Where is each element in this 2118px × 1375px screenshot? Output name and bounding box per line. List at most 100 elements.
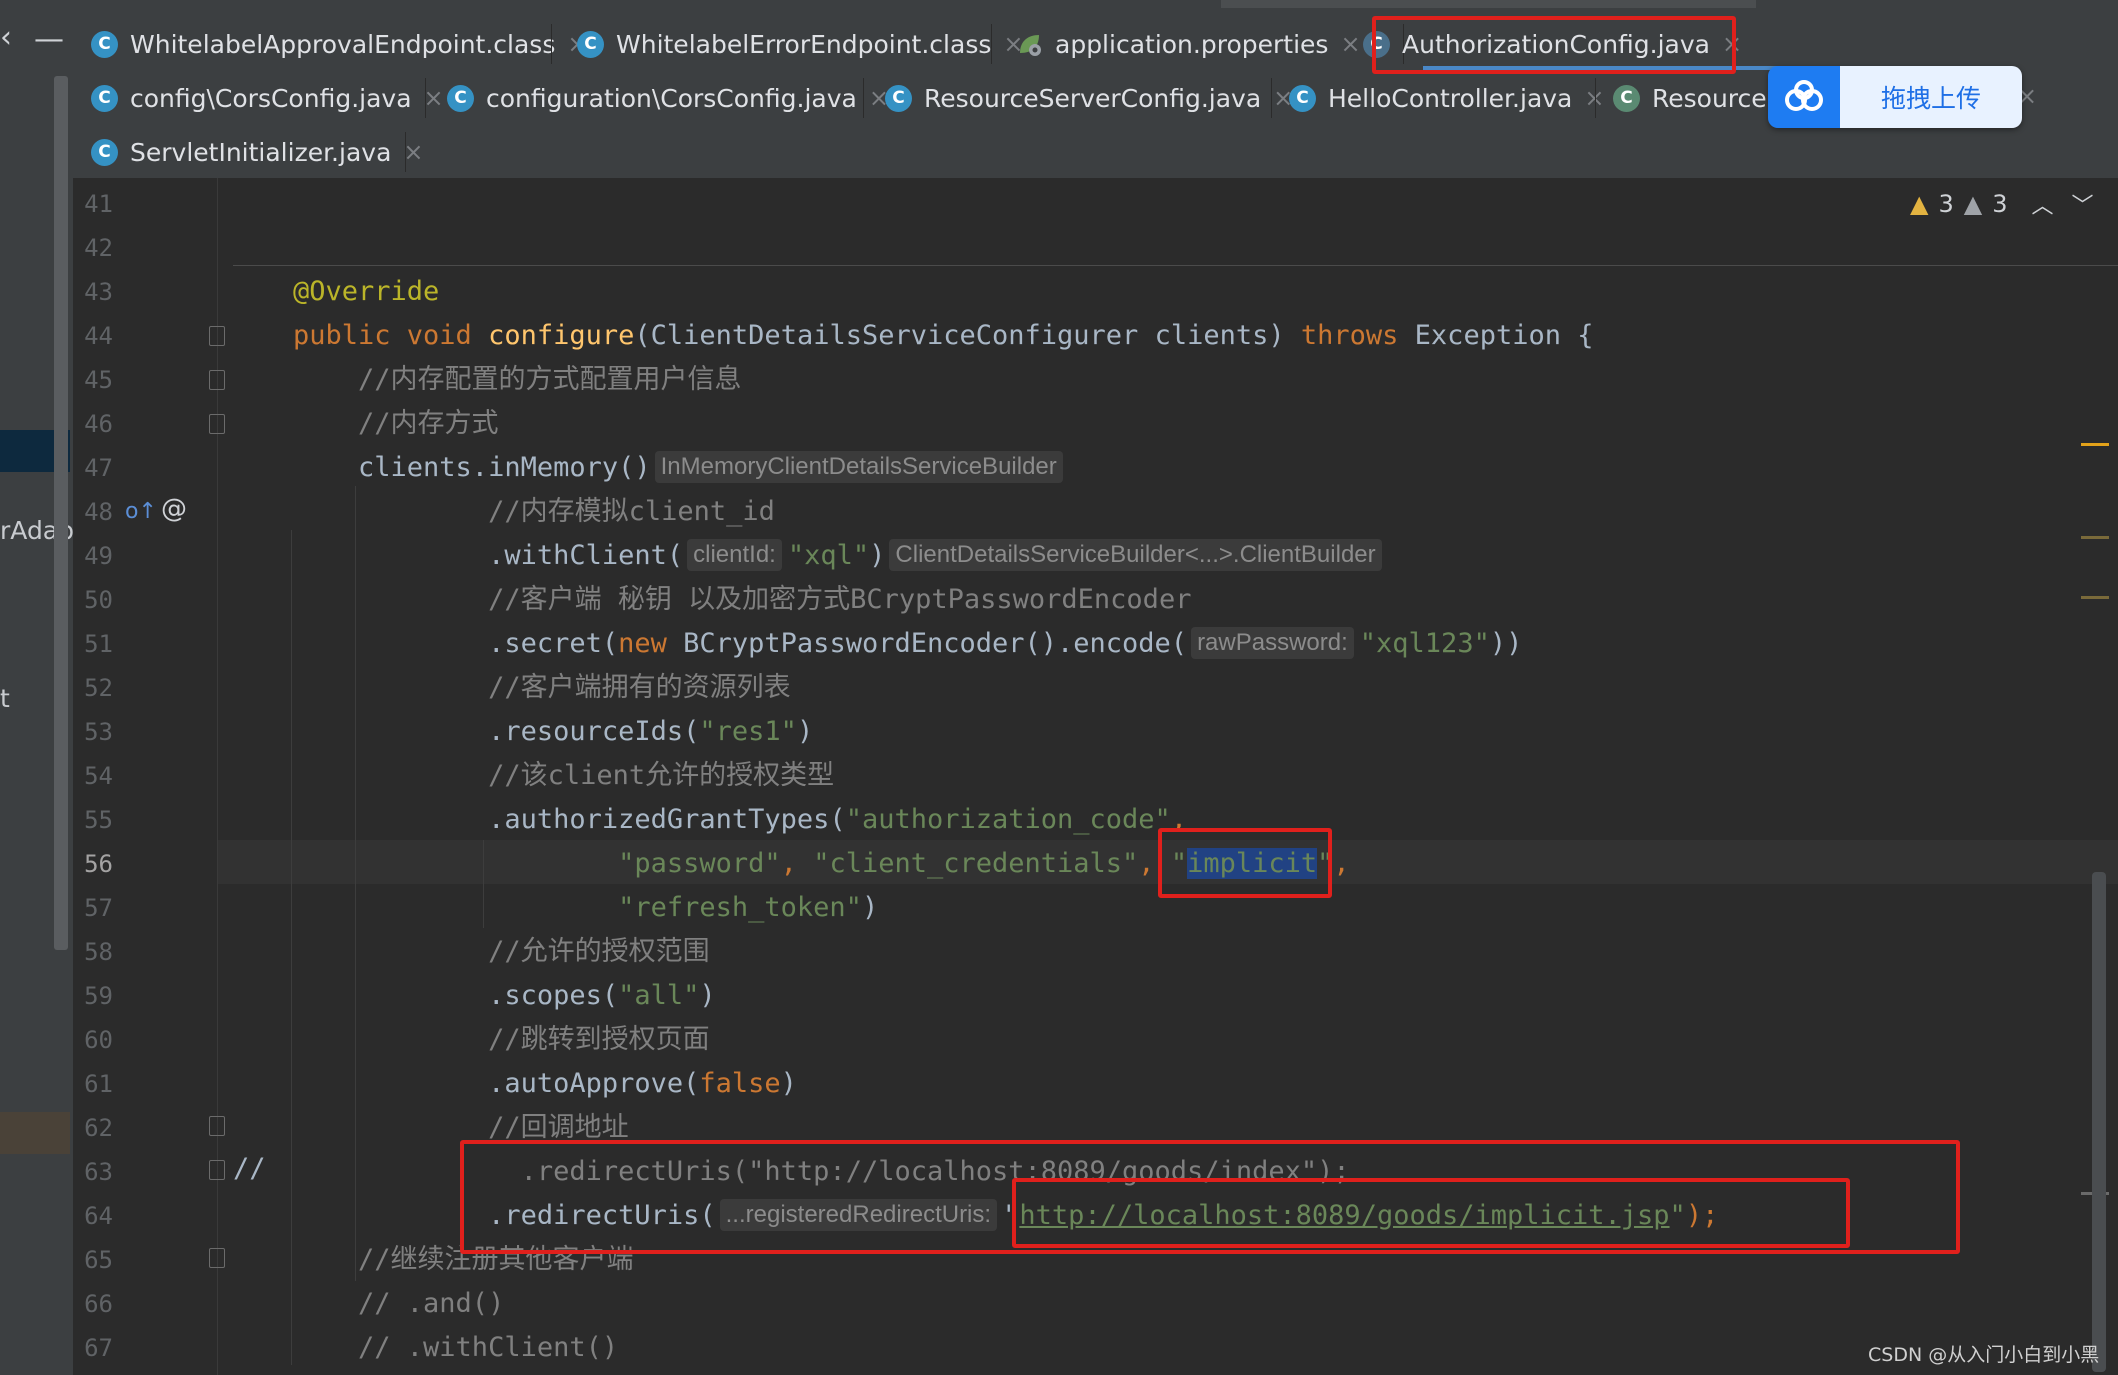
- warning-count: 3: [1938, 190, 1954, 218]
- code-token: ): [780, 1068, 797, 1099]
- code-token: .secret(: [293, 628, 619, 659]
- code-text[interactable]: //内存配置的方式配置用户信息: [293, 358, 742, 402]
- tab-resource-server-config[interactable]: C ResourceServerConfig.java ×: [885, 76, 1293, 120]
- error-stripe-mark[interactable]: [2081, 536, 2109, 539]
- tab-resource-s[interactable]: C ResourceS: [1613, 76, 1783, 120]
- tab-configuration-cors-config[interactable]: C configuration\CorsConfig.java ×: [447, 76, 889, 120]
- tab-divider: [991, 24, 992, 64]
- code-line[interactable]: 51 .secret(new BCryptPasswordEncoder().e…: [73, 622, 2073, 666]
- chevron-down-icon[interactable]: ﹀: [2072, 188, 2094, 220]
- code-text[interactable]: // .and(): [293, 1282, 504, 1326]
- baidu-cloud-icon: [1768, 66, 1840, 128]
- code-token: "xql": [787, 540, 870, 571]
- collapse-icon[interactable]: ‹: [0, 20, 12, 55]
- code-text[interactable]: "refresh_token"): [293, 886, 878, 930]
- parameter-hint: ClientDetailsServiceBuilder<...>.ClientB…: [889, 539, 1382, 571]
- close-icon[interactable]: ×: [424, 84, 444, 112]
- code-line[interactable]: 49 .withClient(clientId: "xql") ClientDeta…: [73, 534, 2073, 578]
- highlighted-tree-row[interactable]: [0, 1112, 70, 1154]
- tab-hello-controller[interactable]: C HelloController.java ×: [1289, 76, 1604, 120]
- code-line[interactable]: 47 clients.inMemory() InMemoryClientDetai…: [73, 446, 2073, 490]
- code-text[interactable]: //内存方式: [293, 402, 499, 446]
- code-line[interactable]: 67 // .withClient(): [73, 1326, 2073, 1370]
- tab-label: configuration\CorsConfig.java: [486, 83, 857, 113]
- code-text[interactable]: .autoApprove(false): [293, 1062, 797, 1106]
- tree-item-fragment-2[interactable]: t: [0, 684, 10, 713]
- code-text[interactable]: //允许的授权范围: [293, 930, 710, 974]
- code-text[interactable]: // .withClient(): [293, 1326, 618, 1370]
- code-token: "res1": [699, 716, 797, 747]
- code-line[interactable]: 66 // .and(): [73, 1282, 2073, 1326]
- code-text[interactable]: .withClient(clientId: "xql") ClientDetails…: [293, 534, 1388, 578]
- class-icon: C: [91, 138, 118, 166]
- code-line[interactable]: 45 //内存配置的方式配置用户信息: [73, 358, 2073, 402]
- upload-widget[interactable]: 拖拽上传: [1768, 66, 2022, 128]
- code-line[interactable]: 42: [73, 226, 2073, 270]
- chevron-up-icon[interactable]: ︿: [2032, 188, 2054, 220]
- error-stripe-mark[interactable]: [2081, 596, 2109, 599]
- code-token: //允许的授权范围: [293, 936, 710, 967]
- close-icon[interactable]: ×: [403, 138, 423, 166]
- code-token: ,: [780, 848, 814, 879]
- tab-application-properties[interactable]: application.properties ×: [1016, 22, 1361, 66]
- minimize-icon[interactable]: —: [34, 22, 64, 57]
- close-icon[interactable]: ×: [1340, 30, 1360, 58]
- code-text[interactable]: .authorizedGrantTypes("authorization_cod…: [293, 798, 1187, 842]
- code-line[interactable]: 46 //内存方式: [73, 402, 2073, 446]
- inspection-widget[interactable]: ▲ 3 ▲ 3 ︿ ﹀: [1910, 188, 2094, 220]
- code-text[interactable]: clients.inMemory() InMemoryClientDetailsS…: [293, 446, 1069, 490]
- line-number: 62: [84, 1114, 113, 1142]
- tab-whitelabel-approval-endpoint[interactable]: C WhitelabelApprovalEndpoint.class ×: [91, 22, 587, 66]
- line-number: 57: [84, 894, 113, 922]
- code-line[interactable]: 44 public void configure(ClientDetailsSer…: [73, 314, 2073, 358]
- parameter-hint: InMemoryClientDetailsServiceBuilder: [654, 451, 1063, 483]
- line-number: 44: [84, 322, 113, 350]
- tab-label: application.properties: [1055, 29, 1329, 59]
- code-line[interactable]: 52 //客户端拥有的资源列表: [73, 666, 2073, 710]
- class-icon: C: [577, 30, 604, 58]
- tab-whitelabel-error-endpoint[interactable]: C WhitelabelErrorEndpoint.class ×: [577, 22, 1023, 66]
- code-line[interactable]: 43 @Override: [73, 270, 2073, 314]
- code-line[interactable]: 60 //跳转到授权页面: [73, 1018, 2073, 1062]
- code-text[interactable]: //客户端 秘钥 以及加密方式BCryptPasswordEncoder: [293, 578, 1191, 622]
- code-text[interactable]: @Override: [293, 270, 439, 314]
- class-icon: C: [91, 30, 118, 58]
- code-token: ): [869, 540, 886, 571]
- code-line[interactable]: 55 .authorizedGrantTypes("authorization_…: [73, 798, 2073, 842]
- code-text[interactable]: //内存模拟client_id: [293, 490, 775, 534]
- code-text[interactable]: //跳转到授权页面: [293, 1018, 710, 1062]
- tab-servlet-initializer[interactable]: C ServletInitializer.java ×: [91, 130, 424, 174]
- code-token: BCryptPasswordEncoder().encode(: [683, 628, 1188, 659]
- code-text[interactable]: //该client允许的授权类型: [293, 754, 834, 798]
- code-line[interactable]: 41: [73, 182, 2073, 226]
- code-line[interactable]: 61 .autoApprove(false): [73, 1062, 2073, 1106]
- tab-divider: [425, 78, 426, 118]
- code-line[interactable]: 56 "password", "client_credentials", "im…: [73, 842, 2073, 886]
- error-stripe-mark[interactable]: [2081, 443, 2109, 446]
- code-line[interactable]: 58 //允许的授权范围: [73, 930, 2073, 974]
- editor-scrollbar[interactable]: [2092, 872, 2106, 1372]
- code-text[interactable]: //客户端拥有的资源列表: [293, 666, 791, 710]
- code-token: "all": [618, 980, 700, 1011]
- project-panel-strip: ‹ — rAdapt t: [0, 0, 84, 1375]
- code-text[interactable]: public void configure(ClientDetailsServi…: [293, 314, 1593, 358]
- tab-config-cors-config[interactable]: C config\CorsConfig.java ×: [91, 76, 444, 120]
- code-line[interactable]: 54 //该client允许的授权类型: [73, 754, 2073, 798]
- line-number: 66: [84, 1290, 113, 1318]
- code-line[interactable]: 48 //内存模拟client_id: [73, 490, 2073, 534]
- code-text[interactable]: .secret(new BCryptPasswordEncoder().enco…: [293, 622, 1522, 666]
- code-token: ): [796, 716, 814, 747]
- line-number: 46: [84, 410, 113, 438]
- code-line[interactable]: 59 .scopes("all"): [73, 974, 2073, 1018]
- code-text[interactable]: .scopes("all"): [293, 974, 716, 1018]
- code-token: public void: [293, 320, 489, 351]
- tree-item-fragment[interactable]: rAdapt: [0, 516, 84, 545]
- code-line[interactable]: 57 "refresh_token"): [73, 886, 2073, 930]
- code-line[interactable]: 50 //客户端 秘钥 以及加密方式BCryptPasswordEncoder: [73, 578, 2073, 622]
- upload-label[interactable]: 拖拽上传: [1840, 66, 2022, 128]
- tab-label: ServletInitializer.java: [130, 137, 392, 167]
- code-line[interactable]: 53 .resourceIds("res1"): [73, 710, 2073, 754]
- code-text[interactable]: .resourceIds("res1"): [293, 710, 813, 754]
- panel-scrollbar[interactable]: [54, 76, 68, 950]
- tab-divider: [863, 78, 864, 118]
